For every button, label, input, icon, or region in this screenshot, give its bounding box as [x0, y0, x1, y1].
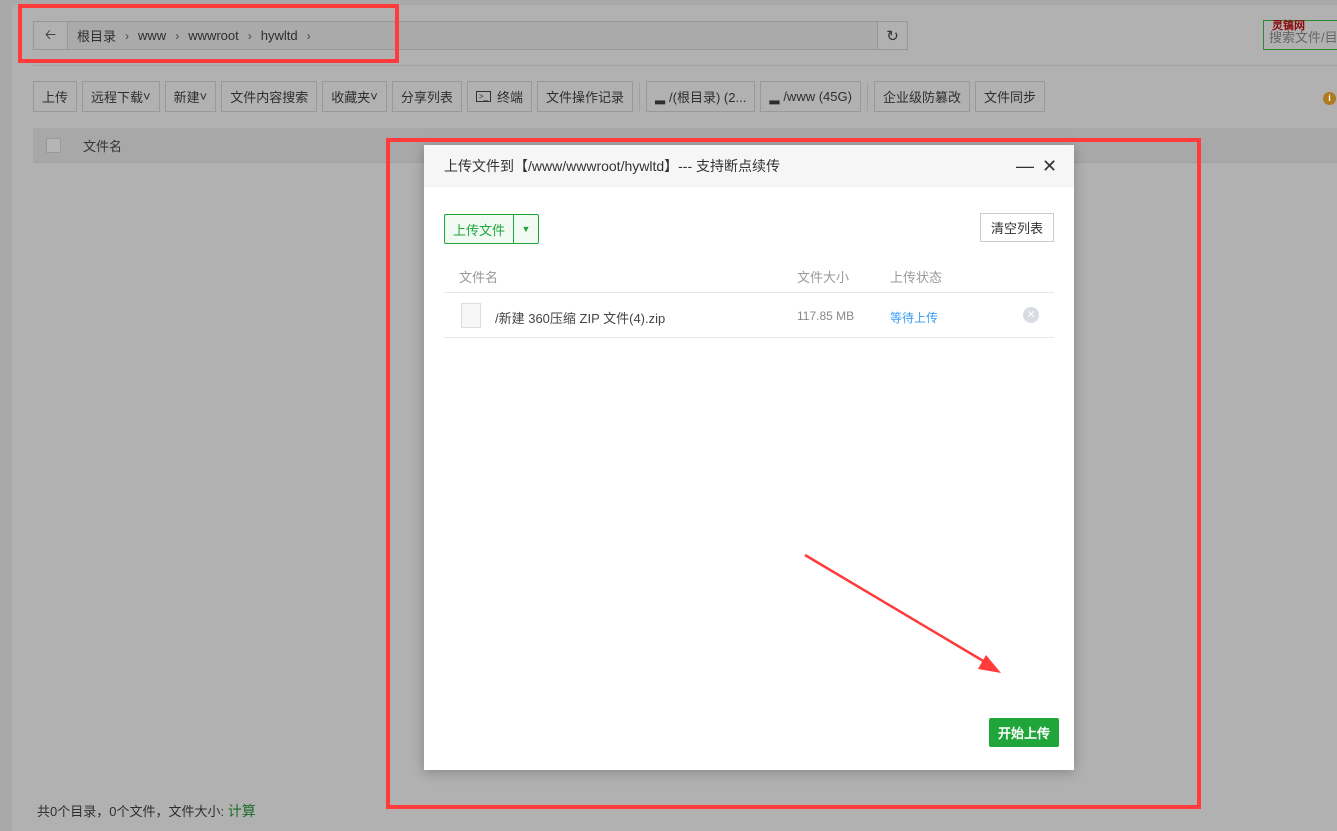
annotation-arrow-icon	[804, 553, 1001, 673]
